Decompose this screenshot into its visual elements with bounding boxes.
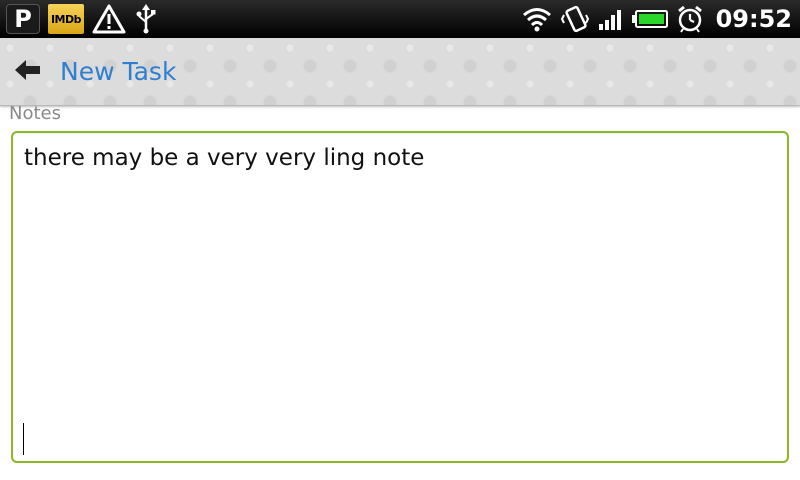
page-title: New Task — [60, 57, 177, 86]
notes-label: Notes — [9, 103, 61, 124]
notification-area[interactable]: P IMDb — [6, 4, 158, 34]
back-arrow-icon — [15, 59, 41, 85]
alarm-icon — [676, 4, 704, 34]
notes-value: there may be a very very ling note — [24, 145, 425, 171]
notes-textarea[interactable]: there may be a very very ling note — [11, 131, 789, 463]
wifi-icon — [522, 4, 552, 34]
signal-icon — [598, 4, 624, 34]
battery-icon — [631, 4, 668, 34]
vibrate-icon — [560, 4, 590, 34]
warning-icon — [92, 4, 126, 34]
action-bar: New Task — [0, 38, 800, 106]
status-bar: P IMDb 09:52 — [0, 0, 800, 38]
text-cursor — [23, 423, 24, 455]
back-button[interactable] — [6, 38, 50, 106]
status-clock: 09:52 — [715, 5, 792, 33]
imdb-icon: IMDb — [48, 4, 84, 34]
pandora-icon: P — [6, 4, 40, 34]
usb-icon — [134, 4, 158, 34]
system-tray: 09:52 — [522, 4, 792, 34]
